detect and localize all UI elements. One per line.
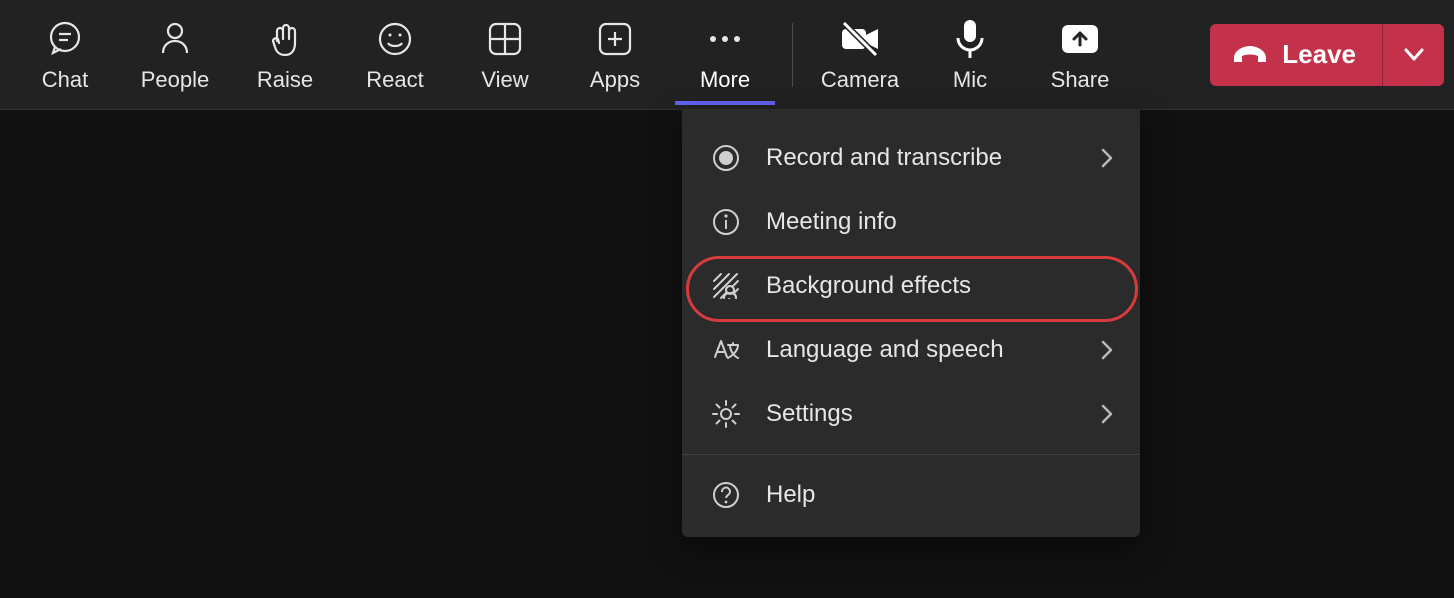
mic-icon — [953, 17, 987, 61]
menu-help-label: Help — [766, 481, 815, 509]
more-label: More — [700, 67, 750, 93]
info-icon — [708, 204, 744, 240]
mic-button[interactable]: Mic — [915, 5, 1025, 105]
raise-hand-button[interactable]: Raise — [230, 5, 340, 105]
apps-button[interactable]: Apps — [560, 5, 670, 105]
share-button[interactable]: Share — [1025, 5, 1135, 105]
chevron-right-icon — [1100, 147, 1114, 169]
chat-label: Chat — [42, 67, 88, 93]
hand-icon — [265, 17, 305, 61]
menu-settings[interactable]: Settings — [682, 382, 1140, 446]
people-label: People — [141, 67, 210, 93]
camera-button[interactable]: Camera — [805, 5, 915, 105]
camera-off-icon — [838, 17, 882, 61]
more-menu: Record and transcribe Meeting info Backg… — [682, 110, 1140, 537]
share-screen-icon — [1060, 17, 1100, 61]
menu-language-label: Language and speech — [766, 336, 1004, 364]
record-icon — [708, 140, 744, 176]
more-button[interactable]: More — [670, 5, 780, 105]
raise-label: Raise — [257, 67, 313, 93]
leave-label: Leave — [1282, 39, 1356, 70]
react-label: React — [366, 67, 423, 93]
background-effects-icon — [708, 268, 744, 304]
mic-label: Mic — [953, 67, 987, 93]
menu-meeting-info[interactable]: Meeting info — [682, 190, 1140, 254]
share-label: Share — [1051, 67, 1110, 93]
leave-button-group: Leave — [1210, 24, 1444, 86]
menu-info-label: Meeting info — [766, 208, 897, 236]
gear-icon — [708, 396, 744, 432]
chat-icon — [45, 17, 85, 61]
menu-record-transcribe[interactable]: Record and transcribe — [682, 126, 1140, 190]
chevron-right-icon — [1100, 339, 1114, 361]
help-icon — [708, 477, 744, 513]
menu-bgfx-label: Background effects — [766, 272, 971, 300]
chevron-right-icon — [1100, 403, 1114, 425]
menu-help[interactable]: Help — [682, 463, 1140, 527]
meeting-toolbar: Chat People Raise React — [0, 0, 1454, 110]
view-button[interactable]: View — [450, 5, 560, 105]
ellipsis-icon — [705, 17, 745, 61]
plus-square-icon — [596, 17, 634, 61]
toolbar-separator — [792, 23, 793, 87]
menu-separator — [682, 454, 1140, 455]
leave-button[interactable]: Leave — [1210, 24, 1382, 86]
menu-background-effects[interactable]: Background effects — [682, 254, 1140, 318]
chat-button[interactable]: Chat — [10, 5, 120, 105]
leave-options-button[interactable] — [1382, 24, 1444, 86]
camera-label: Camera — [821, 67, 899, 93]
react-button[interactable]: React — [340, 5, 450, 105]
grid-icon — [486, 17, 524, 61]
chevron-down-icon — [1404, 48, 1424, 62]
menu-language-speech[interactable]: Language and speech — [682, 318, 1140, 382]
hangup-icon — [1232, 44, 1268, 66]
view-label: View — [481, 67, 528, 93]
language-icon — [708, 332, 744, 368]
menu-settings-label: Settings — [766, 400, 853, 428]
apps-label: Apps — [590, 67, 640, 93]
people-button[interactable]: People — [120, 5, 230, 105]
menu-record-label: Record and transcribe — [766, 144, 1002, 172]
smile-icon — [375, 17, 415, 61]
people-icon — [155, 17, 195, 61]
